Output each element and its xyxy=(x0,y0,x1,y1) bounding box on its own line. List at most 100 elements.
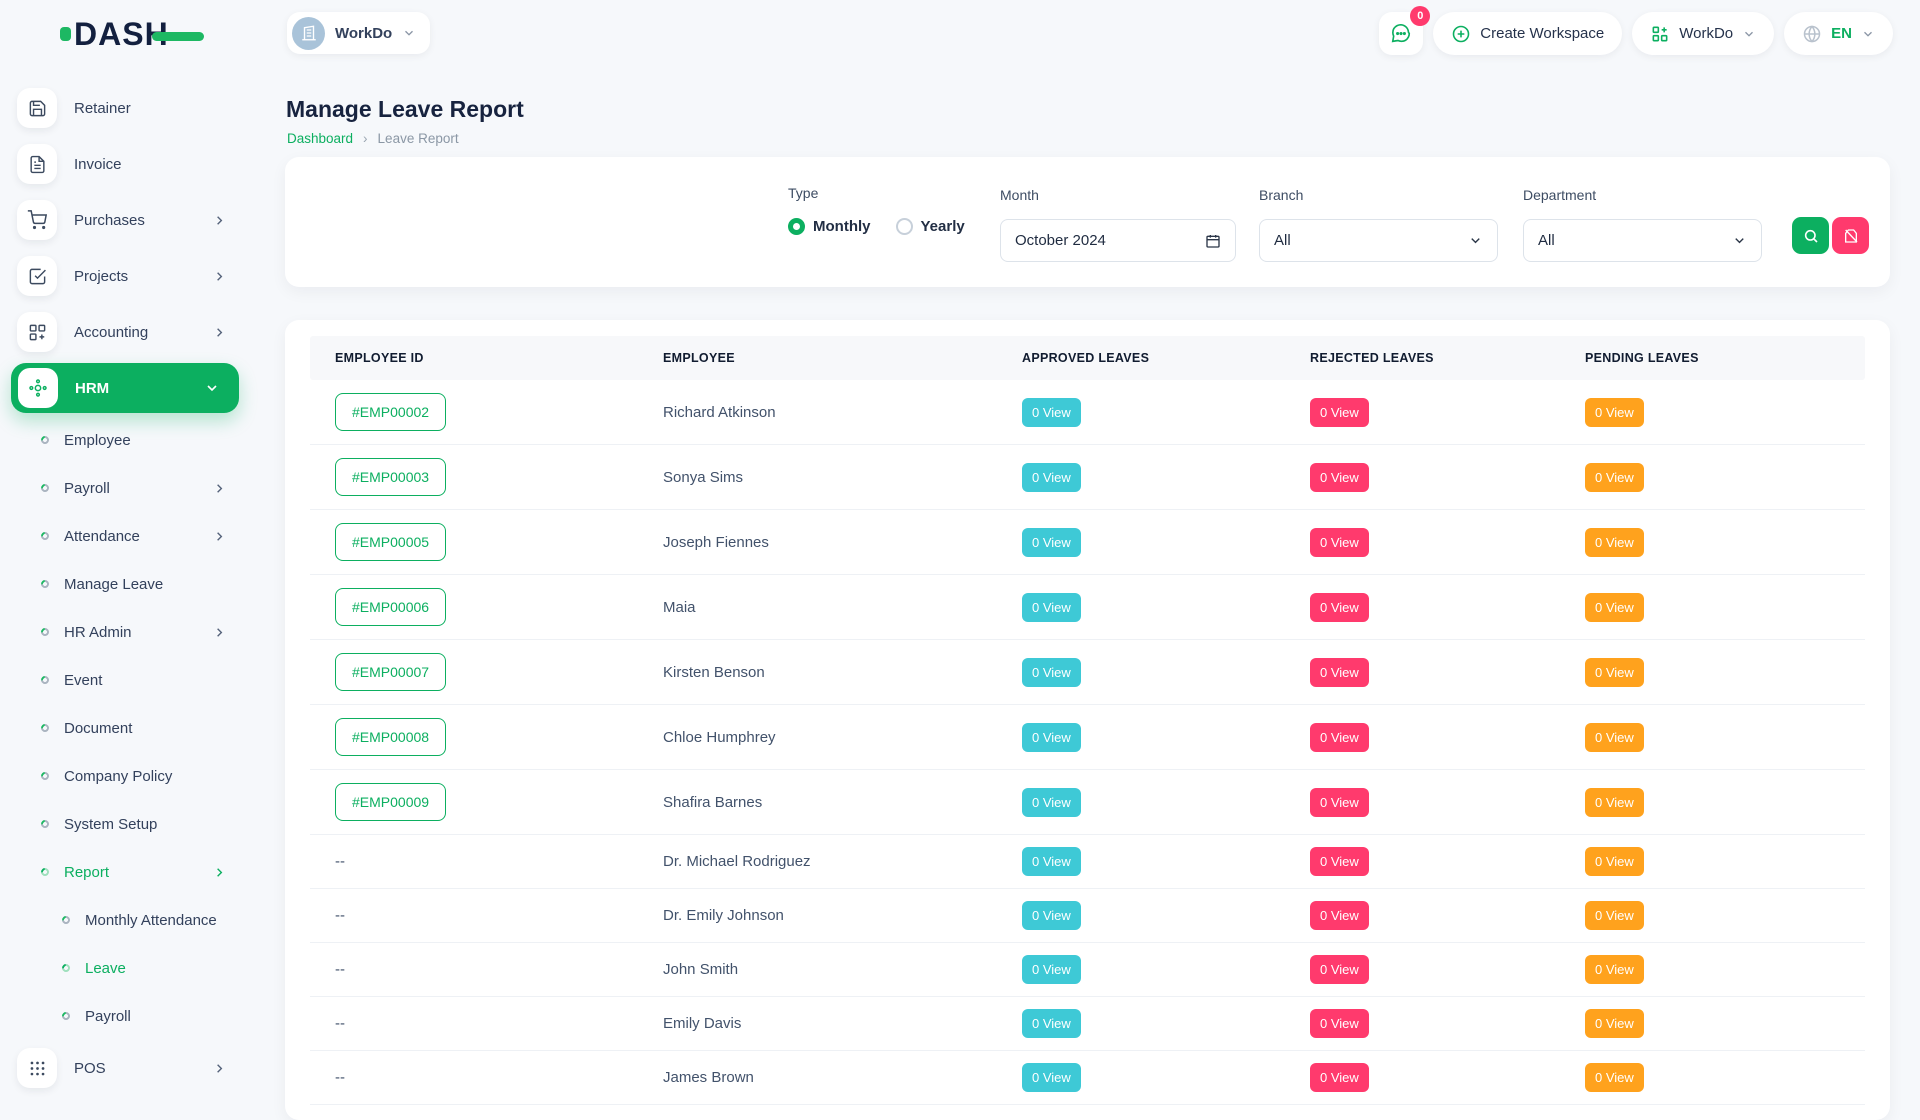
page-title: Manage Leave Report xyxy=(286,96,524,123)
employee-id-button[interactable]: #EMP00006 xyxy=(335,588,446,626)
branch-select[interactable]: All xyxy=(1259,219,1498,262)
pending-leaves-view-badge[interactable]: 0 View xyxy=(1585,847,1644,876)
dash-logo[interactable]: DASH xyxy=(60,16,204,52)
sidebar-item-event[interactable]: Event xyxy=(0,656,250,704)
month-input[interactable]: October 2024 xyxy=(1000,219,1236,262)
sidebar-item-payroll[interactable]: Payroll xyxy=(0,992,250,1040)
approved-leaves-view-badge[interactable]: 0 View xyxy=(1022,1063,1081,1092)
rejected-leaves-view-badge[interactable]: 0 View xyxy=(1310,723,1369,752)
approved-leaves-view-badge[interactable]: 0 View xyxy=(1022,593,1081,622)
department-select[interactable]: All xyxy=(1523,219,1762,262)
sidebar-item-system-setup[interactable]: System Setup xyxy=(0,800,250,848)
bullet-icon xyxy=(39,674,50,685)
rejected-leaves-view-badge[interactable]: 0 View xyxy=(1310,1063,1369,1092)
rejected-leaves-view-badge[interactable]: 0 View xyxy=(1310,593,1369,622)
rejected-leaves-view-badge[interactable]: 0 View xyxy=(1310,955,1369,984)
rejected-leaves-view-badge[interactable]: 0 View xyxy=(1310,788,1369,817)
bullet-icon xyxy=(39,482,50,493)
create-workspace-button[interactable]: Create Workspace xyxy=(1433,12,1622,55)
sidebar-item-pos[interactable]: POS xyxy=(0,1040,250,1096)
approved-leaves-view-badge[interactable]: 0 View xyxy=(1022,463,1081,492)
approved-leaves-view-badge[interactable]: 0 View xyxy=(1022,955,1081,984)
pending-leaves-view-badge[interactable]: 0 View xyxy=(1585,658,1644,687)
pending-leaves-view-badge[interactable]: 0 View xyxy=(1585,1009,1644,1038)
rejected-leaves-view-badge[interactable]: 0 View xyxy=(1310,528,1369,557)
pending-leaves-view-badge[interactable]: 0 View xyxy=(1585,788,1644,817)
sidebar-item-label: Report xyxy=(64,864,109,881)
sidebar-item-company-policy[interactable]: Company Policy xyxy=(0,752,250,800)
employee-id-button[interactable]: #EMP00002 xyxy=(335,393,446,431)
chevron-right-icon xyxy=(212,481,227,496)
sidebar-item-document[interactable]: Document xyxy=(0,704,250,752)
month-label: Month xyxy=(1000,187,1039,203)
sidebar-item-hr-admin[interactable]: HR Admin xyxy=(0,608,250,656)
rejected-leaves-view-badge[interactable]: 0 View xyxy=(1310,658,1369,687)
chevron-right-icon xyxy=(212,865,227,880)
sidebar-item-employee[interactable]: Employee xyxy=(0,416,250,464)
sidebar-item-projects[interactable]: Projects xyxy=(0,248,250,304)
sidebar-item-attendance[interactable]: Attendance xyxy=(0,512,250,560)
type-radio-yearly[interactable]: Yearly xyxy=(896,218,965,235)
table-row: #EMP00009Shafira Barnes0 View0 View0 Vie… xyxy=(310,770,1865,835)
sidebar-item-retainer[interactable]: Retainer xyxy=(0,80,250,136)
breadcrumb-dashboard-link[interactable]: Dashboard xyxy=(287,131,353,146)
language-selector[interactable]: EN xyxy=(1784,12,1893,55)
sidebar-item-manage-leave[interactable]: Manage Leave xyxy=(0,560,250,608)
bullet-icon xyxy=(39,770,50,781)
cart-icon xyxy=(27,210,47,230)
pending-leaves-view-badge[interactable]: 0 View xyxy=(1585,723,1644,752)
filter-card: Type MonthlyYearly Month October 2024 Br… xyxy=(285,157,1890,287)
approved-leaves-view-badge[interactable]: 0 View xyxy=(1022,723,1081,752)
employee-id-button[interactable]: #EMP00007 xyxy=(335,653,446,691)
chevron-right-icon xyxy=(212,269,227,284)
pending-leaves-view-badge[interactable]: 0 View xyxy=(1585,1063,1644,1092)
approved-leaves-view-badge[interactable]: 0 View xyxy=(1022,398,1081,427)
sidebar-item-payroll[interactable]: Payroll xyxy=(0,464,250,512)
rejected-leaves-view-badge[interactable]: 0 View xyxy=(1310,901,1369,930)
sidebar-item-monthly-attendance[interactable]: Monthly Attendance xyxy=(0,896,250,944)
approved-leaves-view-badge[interactable]: 0 View xyxy=(1022,788,1081,817)
employee-id-button[interactable]: #EMP00005 xyxy=(335,523,446,561)
rejected-leaves-view-badge[interactable]: 0 View xyxy=(1310,398,1369,427)
reset-filter-button[interactable] xyxy=(1832,217,1869,254)
search-button[interactable] xyxy=(1792,217,1829,254)
create-workspace-label: Create Workspace xyxy=(1480,25,1604,42)
chevron-down-icon xyxy=(1468,233,1483,248)
sidebar-item-label: Invoice xyxy=(74,156,122,173)
grid-plus-icon xyxy=(28,323,47,342)
department-value: All xyxy=(1538,232,1732,249)
sidebar-item-invoice[interactable]: Invoice xyxy=(0,136,250,192)
sidebar-item-purchases[interactable]: Purchases xyxy=(0,192,250,248)
pending-leaves-view-badge[interactable]: 0 View xyxy=(1585,955,1644,984)
bullet-icon xyxy=(60,914,71,925)
pending-leaves-view-badge[interactable]: 0 View xyxy=(1585,398,1644,427)
messages-button[interactable]: 0 xyxy=(1379,12,1423,55)
pending-leaves-view-badge[interactable]: 0 View xyxy=(1585,528,1644,557)
workspace-menu-button[interactable]: WorkDo xyxy=(1632,12,1774,55)
pending-leaves-view-badge[interactable]: 0 View xyxy=(1585,901,1644,930)
approved-leaves-view-badge[interactable]: 0 View xyxy=(1022,528,1081,557)
approved-leaves-view-badge[interactable]: 0 View xyxy=(1022,1009,1081,1038)
approved-leaves-view-badge[interactable]: 0 View xyxy=(1022,847,1081,876)
pending-leaves-view-badge[interactable]: 0 View xyxy=(1585,463,1644,492)
dots-grid-icon xyxy=(28,1059,47,1078)
employee-name: Sonya Sims xyxy=(663,469,1022,486)
rejected-leaves-view-badge[interactable]: 0 View xyxy=(1310,847,1369,876)
type-radio-monthly[interactable]: Monthly xyxy=(788,218,871,235)
rejected-leaves-view-badge[interactable]: 0 View xyxy=(1310,463,1369,492)
approved-leaves-view-badge[interactable]: 0 View xyxy=(1022,658,1081,687)
radio-icon xyxy=(788,218,805,235)
approved-leaves-view-badge[interactable]: 0 View xyxy=(1022,901,1081,930)
rejected-leaves-view-badge[interactable]: 0 View xyxy=(1310,1009,1369,1038)
employee-id-button[interactable]: #EMP00009 xyxy=(335,783,446,821)
sidebar-item-leave[interactable]: Leave xyxy=(0,944,250,992)
employee-id-button[interactable]: #EMP00003 xyxy=(335,458,446,496)
sidebar-item-accounting[interactable]: Accounting xyxy=(0,304,250,360)
sidebar-item-hrm[interactable]: HRM xyxy=(11,363,239,413)
bullet-icon xyxy=(39,626,50,637)
employee-name: James Brown xyxy=(663,1069,1022,1086)
pending-leaves-view-badge[interactable]: 0 View xyxy=(1585,593,1644,622)
sidebar-item-report[interactable]: Report xyxy=(0,848,250,896)
workspace-selector[interactable]: WorkDo xyxy=(287,12,430,54)
employee-id-button[interactable]: #EMP00008 xyxy=(335,718,446,756)
